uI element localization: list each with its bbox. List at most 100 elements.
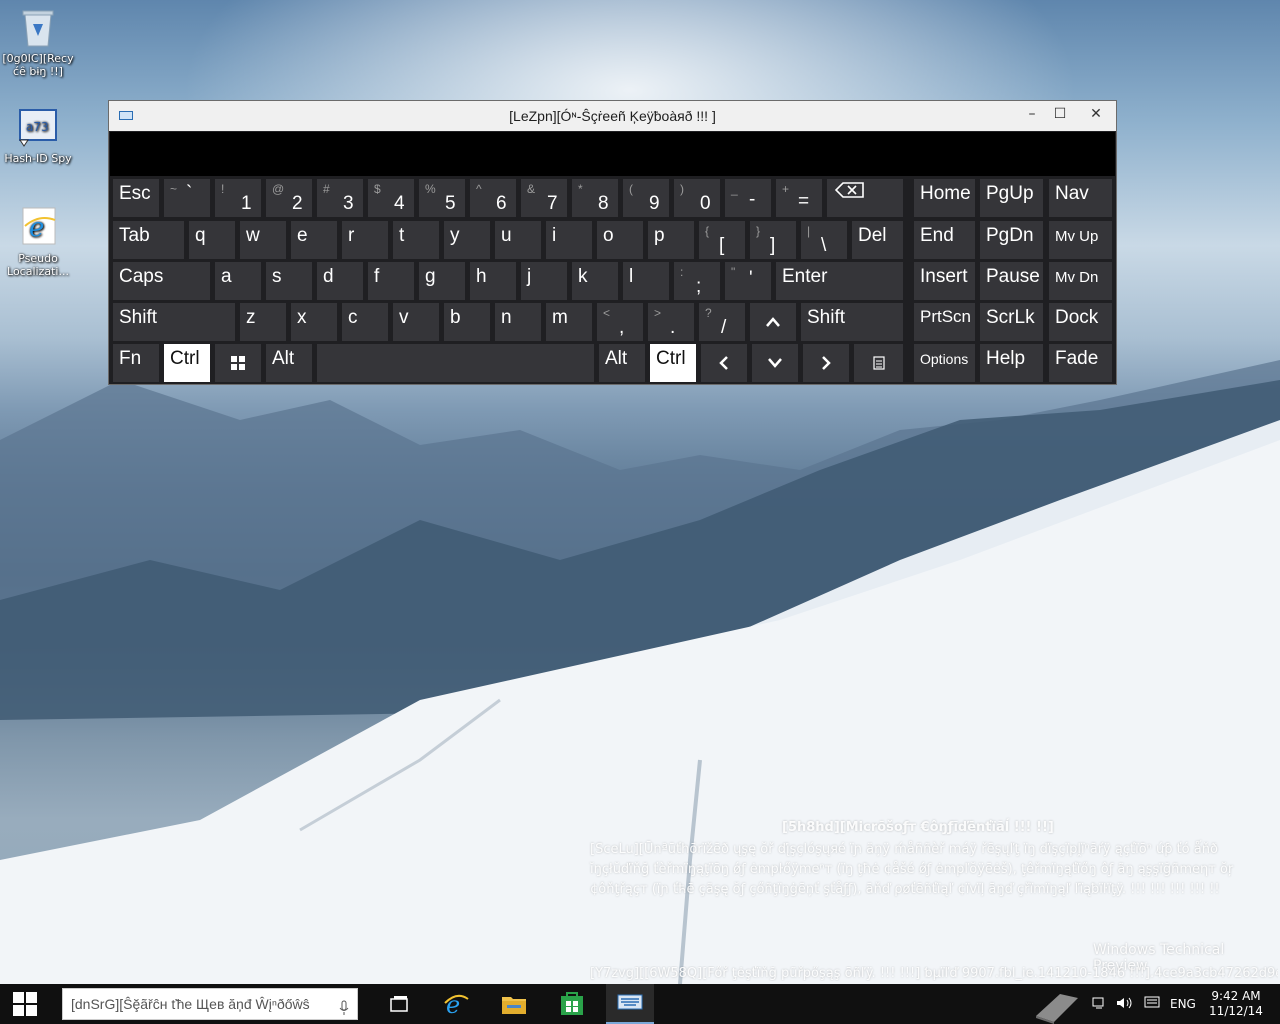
key-arrow-up[interactable] [750, 303, 796, 341]
key-mv-up[interactable]: Mv Up [1049, 221, 1112, 259]
key-ctrl-right[interactable]: Ctrl [650, 344, 696, 382]
key-z[interactable]: z [240, 303, 286, 341]
key-help[interactable]: Help [980, 344, 1043, 382]
key-8[interactable]: * 8 [572, 179, 618, 217]
key-3[interactable]: #3 [317, 179, 363, 217]
key-y[interactable]: y [444, 221, 490, 259]
key-0[interactable]: ) 0 [674, 179, 720, 217]
language-indicator[interactable]: ENG [1170, 997, 1196, 1011]
key-context-menu[interactable] [854, 344, 903, 382]
key-arrow-left[interactable] [701, 344, 747, 382]
key-minus[interactable]: _ - [725, 179, 771, 217]
key-1[interactable]: ! 1 [215, 179, 261, 217]
key-options[interactable]: Options [914, 344, 975, 382]
key-m[interactable]: m [546, 303, 592, 341]
key-scrlk[interactable]: ScrLk [980, 303, 1043, 341]
microphone-icon[interactable] [339, 996, 349, 1019]
key-l[interactable]: l [623, 262, 669, 300]
key-2[interactable]: @2 [266, 179, 312, 217]
key-o[interactable]: o [597, 221, 643, 259]
window-titlebar[interactable]: [LeZpn][Óᶰ-Ŝçṙeeñ Ķeÿƀoàяð !!! ] – ☐ ✕ [109, 101, 1116, 131]
key-g[interactable]: g [419, 262, 465, 300]
key-4[interactable]: $4 [368, 179, 414, 217]
key-quote[interactable]: " ' [725, 262, 771, 300]
task-view-button[interactable] [375, 984, 423, 1024]
taskbar-file-explorer[interactable] [490, 984, 538, 1024]
key-mv-dn[interactable]: Mv Dn [1049, 262, 1112, 300]
key-comma[interactable]: <, [597, 303, 643, 341]
key-q[interactable]: q [189, 221, 235, 259]
taskbar-internet-explorer[interactable]: e [432, 984, 480, 1024]
key-v[interactable]: v [393, 303, 439, 341]
key-shift-right[interactable]: Shift [801, 303, 903, 341]
taskbar-on-screen-keyboard[interactable] [606, 984, 654, 1024]
key-n[interactable]: n [495, 303, 541, 341]
key-e[interactable]: e [291, 221, 337, 259]
key-i[interactable]: i [546, 221, 592, 259]
key-u[interactable]: u [495, 221, 541, 259]
key-j[interactable]: j [521, 262, 567, 300]
close-button[interactable]: ✕ [1080, 101, 1112, 127]
key-enter[interactable]: Enter [776, 262, 903, 300]
key-prtscn[interactable]: PrtScn [914, 303, 975, 341]
key-alt-right[interactable]: Alt [599, 344, 645, 382]
key-pgup[interactable]: PgUp [980, 179, 1043, 217]
key-slash[interactable]: ? / [699, 303, 745, 341]
search-box[interactable]: [dnSrG][Ŝḝãřĉн ťħе Щев ăņđ Ŵįⁿðőŵŝ [62, 988, 358, 1020]
key-space[interactable] [317, 344, 594, 382]
key-fn[interactable]: Fn [113, 344, 159, 382]
key-c[interactable]: c [342, 303, 388, 341]
key-b[interactable]: b [444, 303, 490, 341]
key-semicolon[interactable]: :; [674, 262, 720, 300]
notifications-icon[interactable] [1144, 996, 1160, 1013]
key-right-bracket[interactable]: }] [750, 221, 796, 259]
clock[interactable]: 9:42 AM 11/12/14 [1206, 984, 1266, 1024]
key-equals[interactable]: + = [776, 179, 822, 217]
key-left-bracket[interactable]: {[ [699, 221, 745, 259]
key-s[interactable]: s [266, 262, 312, 300]
key-p[interactable]: p [648, 221, 694, 259]
key-end[interactable]: End [914, 221, 975, 259]
key-shift-left[interactable]: Shift [113, 303, 235, 341]
key-windows[interactable] [215, 344, 261, 382]
on-screen-keyboard-window[interactable]: [LeZpn][Óᶰ-Ŝçṙeeñ Ķeÿƀoàяð !!! ] – ☐ ✕ E… [108, 100, 1117, 385]
desktop-icon-recycle-bin[interactable]: [0g0IC][Recy ćȇ bɨŋ !!] [0, 6, 76, 78]
key-t[interactable]: t [393, 221, 439, 259]
key-x[interactable]: x [291, 303, 337, 341]
desktop-icon-hash-id-spy[interactable]: a73 Hash-ID Spy [0, 106, 76, 165]
key-f[interactable]: f [368, 262, 414, 300]
volume-icon[interactable] [1116, 996, 1134, 1013]
key-7[interactable]: & 7 [521, 179, 567, 217]
network-icon[interactable] [1092, 996, 1106, 1013]
key-tab[interactable]: Tab [113, 221, 184, 259]
maximize-button[interactable]: ☐ [1044, 101, 1076, 127]
key-pause[interactable]: Pause [980, 262, 1043, 300]
key-9[interactable]: (9 [623, 179, 669, 217]
key-caps[interactable]: Caps [113, 262, 210, 300]
key-backspace[interactable] [827, 179, 903, 217]
key-r[interactable]: r [342, 221, 388, 259]
key-backslash[interactable]: | \ [801, 221, 847, 259]
key-esc[interactable]: Esc [113, 179, 159, 217]
key-a[interactable]: a [215, 262, 261, 300]
key-dock[interactable]: Dock [1049, 303, 1112, 341]
key-del[interactable]: Del [852, 221, 903, 259]
key-backtick[interactable]: ~ ` [164, 179, 210, 217]
key-nav[interactable]: Nav [1049, 179, 1112, 217]
key-5[interactable]: % 5 [419, 179, 465, 217]
key-ctrl-left[interactable]: Ctrl [164, 344, 210, 382]
key-home[interactable]: Home [914, 179, 975, 217]
key-w[interactable]: w [240, 221, 286, 259]
key-k[interactable]: k [572, 262, 618, 300]
key-insert[interactable]: Insert [914, 262, 975, 300]
key-d[interactable]: d [317, 262, 363, 300]
start-button[interactable] [0, 984, 50, 1024]
key-alt-left[interactable]: Alt [266, 344, 312, 382]
key-pgdn[interactable]: PgDn [980, 221, 1043, 259]
key-h[interactable]: h [470, 262, 516, 300]
key-fade[interactable]: Fade [1049, 344, 1112, 382]
key-arrow-right[interactable] [803, 344, 849, 382]
key-6[interactable]: ^ 6 [470, 179, 516, 217]
taskbar-store[interactable] [548, 984, 596, 1024]
key-arrow-down[interactable] [752, 344, 798, 382]
